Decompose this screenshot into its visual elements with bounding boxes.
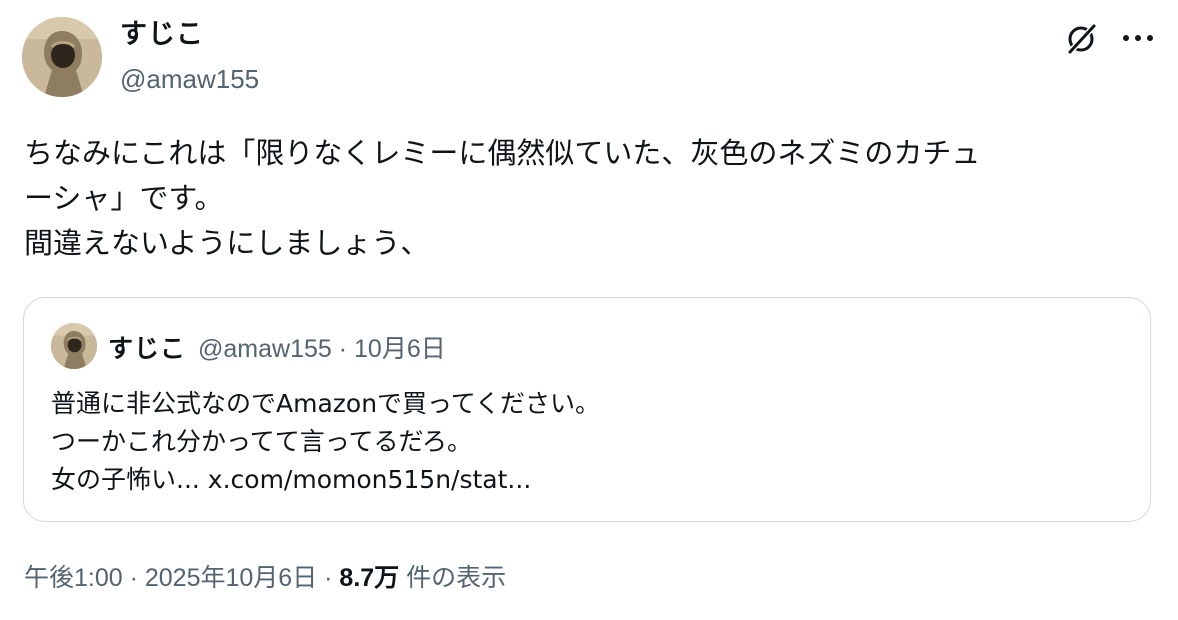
more-options-icon[interactable] [1118,22,1158,54]
quoted-avatar-image [51,323,97,369]
handle[interactable]: @amaw155 [120,63,259,95]
grok-icon[interactable] [1064,20,1100,56]
tweet: すじこ @amaw155 ちなみにこれは「限りなくレミーに偶然似ていた、灰色のネ… [0,0,1178,620]
views-label: 件の表示 [399,564,507,592]
quoted-avatar[interactable] [51,323,97,369]
avatar-image [22,17,102,97]
tweet-footer: 午後1:00 · 2025年10月6日 · 8.7万 件の表示 [24,560,506,596]
quoted-handle-date: @amaw155 · 10月6日 [198,335,446,363]
avatar[interactable] [22,17,102,97]
views-count: 8.7万 [339,564,400,592]
quoted-header: すじこ @amaw155 · 10月6日 [108,329,446,365]
tweet-text: ちなみにこれは「限りなくレミーに偶然似ていた、灰色のネズミのカチュ ーシャ」です… [24,136,981,260]
quoted-tweet[interactable]: すじこ @amaw155 · 10月6日 普通に非公式なのでAmazonで買って… [23,297,1151,522]
display-name[interactable]: すじこ [120,18,204,52]
quoted-text: 普通に非公式なのでAmazonで買ってください。 つーかこれ分かってて言ってるだ… [51,385,1131,499]
quoted-link[interactable]: x.com/momon515n/stat... [208,465,531,494]
quoted-display-name[interactable]: すじこ [108,329,186,365]
timestamp[interactable]: 午後1:00 · 2025年10月6日 · [24,564,339,592]
